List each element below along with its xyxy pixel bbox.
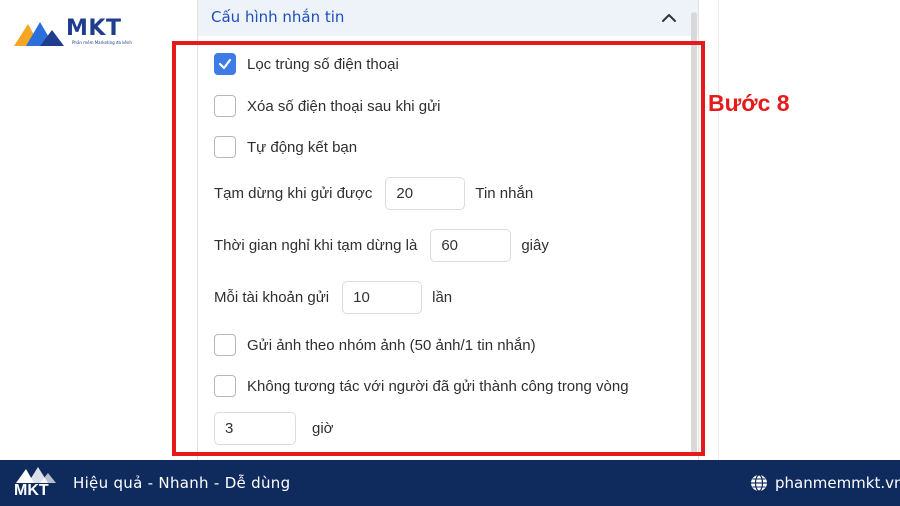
mkt-logo: MKT Phần mềm Marketing đa kênh — [14, 16, 134, 48]
divider — [718, 0, 719, 460]
highlight-box — [172, 41, 705, 456]
footer-website-text: phanmemmkt.vn — [775, 474, 900, 492]
footer-bar: MKT Hiệu quả - Nhanh - Dễ dùng phanmemmk… — [0, 460, 900, 506]
chevron-up-icon[interactable] — [659, 8, 679, 28]
logo-subtitle: Phần mềm Marketing đa kênh — [72, 40, 132, 45]
globe-icon — [751, 474, 767, 492]
footer-slogan: Hiệu quả - Nhanh - Dễ dùng — [73, 474, 291, 492]
logo-text: MKT — [66, 16, 122, 41]
step-label: Bước 8 — [708, 90, 790, 116]
footer-logo-text: MKT — [14, 482, 49, 499]
panel-header[interactable]: Cấu hình nhắn tin — [198, 0, 698, 36]
mkt-logo-mark-icon — [14, 22, 64, 46]
footer-website[interactable]: phanmemmkt.vn — [750, 474, 900, 492]
panel-title: Cấu hình nhắn tin — [211, 8, 345, 26]
